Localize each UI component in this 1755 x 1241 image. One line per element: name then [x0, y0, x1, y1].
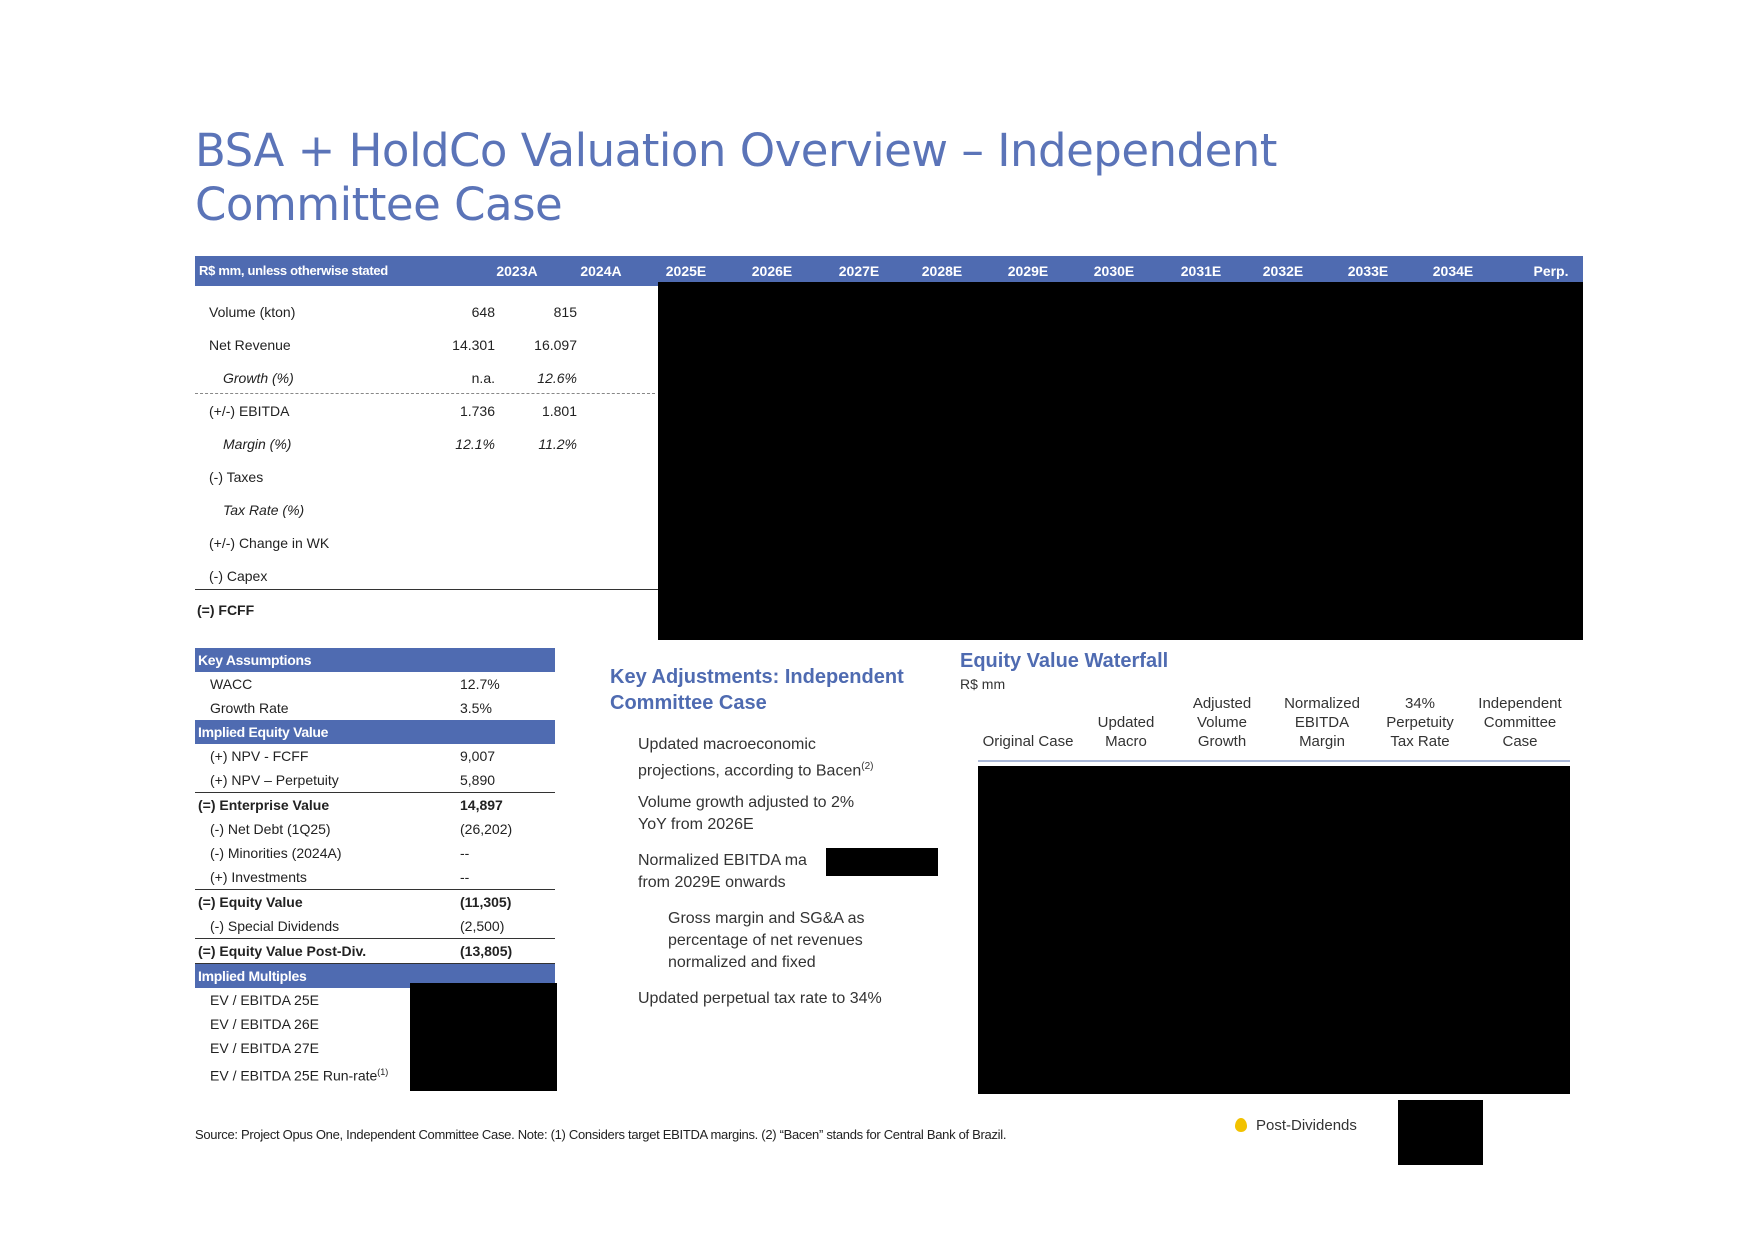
- waterfall-column-label: Adjusted Volume Growth: [1192, 695, 1252, 750]
- table-row: (-) Capex: [209, 568, 268, 584]
- year-header: Perp.: [1533, 263, 1569, 279]
- legend-marker: [1235, 1118, 1247, 1132]
- table-row: (+/-) EBITDA 1.736 1.801: [209, 403, 577, 419]
- year-header: 2032E: [1262, 263, 1304, 279]
- redacted-block: [1398, 1100, 1483, 1165]
- table-row: Volume (kton) 648 815: [209, 304, 577, 320]
- row-value: 3.5%: [460, 700, 492, 716]
- year-header: 2023A: [496, 263, 538, 279]
- waterfall-column-label: Independent Committee Case: [1478, 695, 1562, 750]
- year-header: 2033E: [1347, 263, 1389, 279]
- adjustment-item: Updated macroeconomic projections, accor…: [638, 736, 874, 780]
- row-label: EV / EBITDA 27E: [210, 1040, 319, 1056]
- legend-label: Post-Dividends: [1256, 1117, 1357, 1134]
- row-label: WACC: [210, 676, 253, 692]
- row-value: (11,305): [460, 894, 512, 910]
- row-label: EV / EBITDA 25E Run-rate(1): [210, 1067, 389, 1084]
- table-row: Margin (%) 12.1% 11.2%: [223, 436, 577, 452]
- source-note: Source: Project Opus One, Independent Co…: [195, 1127, 1007, 1142]
- table-row: (-) Taxes: [209, 469, 264, 485]
- row-value: --: [460, 869, 470, 885]
- row-label: (=) Equity Value: [198, 894, 303, 910]
- row-value: 5,890: [460, 772, 496, 788]
- row-value: (26,202): [460, 821, 513, 837]
- year-header: 2028E: [921, 263, 963, 279]
- row-label: (-) Special Dividends: [210, 918, 340, 934]
- row-label: (-) Net Debt (1Q25): [210, 821, 331, 837]
- waterfall-column-label: Original Case: [982, 733, 1074, 750]
- row-value: (2,500): [460, 918, 505, 934]
- row-label: (+) NPV – Perpetuity: [210, 772, 339, 788]
- section-header: Implied Equity Value: [195, 720, 555, 744]
- row-value: 12.7%: [460, 676, 500, 692]
- section-header: Key Assumptions: [195, 648, 555, 672]
- year-header: 2026E: [751, 263, 793, 279]
- waterfall-column-label: Updated Macro: [1097, 714, 1155, 750]
- waterfall-column-label: Normalized EBITDA Margin: [1284, 695, 1360, 750]
- dashed-divider: [195, 393, 655, 394]
- row-label: Growth Rate: [210, 700, 289, 716]
- year-header: 2025E: [665, 263, 707, 279]
- row-value: (13,805): [460, 943, 513, 959]
- redacted-block: [658, 282, 1583, 640]
- table-row: (+/-) Change in WK: [209, 535, 330, 551]
- footnote-ref: (1): [377, 1067, 389, 1077]
- table-row: Net Revenue 14.301 16.097: [209, 337, 577, 353]
- waterfall-unit: R$ mm: [960, 676, 1006, 692]
- table-divider: [195, 589, 660, 590]
- page-title: BSA + HoldCo Valuation Overview – Indepe…: [195, 124, 1277, 231]
- year-header: 2024A: [580, 263, 622, 279]
- row-label: (=) Equity Value Post-Div.: [198, 943, 367, 959]
- table-row: (=) FCFF: [197, 602, 255, 618]
- row-label: (-) Minorities (2024A): [210, 845, 342, 861]
- row-label: (=) Enterprise Value: [198, 797, 330, 813]
- adjustment-subitem: Gross margin and SG&A as percentage of n…: [668, 910, 865, 971]
- row-label: EV / EBITDA 26E: [210, 1016, 319, 1032]
- year-header: 2029E: [1007, 263, 1049, 279]
- footnote-ref: (2): [861, 761, 874, 772]
- year-header: 2034E: [1432, 263, 1474, 279]
- table-header-label: R$ mm, unless otherwise stated: [199, 263, 388, 278]
- row-value: 9,007: [460, 748, 496, 764]
- row-label: (+) Investments: [210, 869, 307, 885]
- row-label: EV / EBITDA 25E: [210, 992, 319, 1008]
- table-row: Tax Rate (%): [223, 502, 305, 518]
- adjustments-heading: Key Adjustments: Independent Committee C…: [610, 666, 904, 714]
- table-row: Growth (%) n.a. 12.6%: [223, 370, 577, 386]
- year-header: 2027E: [838, 263, 880, 279]
- waterfall-header-rule: [978, 760, 1570, 762]
- row-value: --: [460, 845, 470, 861]
- row-label: (+) NPV - FCFF: [210, 748, 309, 764]
- redacted-block: [978, 766, 1570, 1094]
- waterfall-column-label: 34% Perpetuity Tax Rate: [1386, 695, 1454, 750]
- year-header: 2030E: [1093, 263, 1135, 279]
- redacted-block: [826, 848, 938, 876]
- year-header: 2031E: [1180, 263, 1222, 279]
- adjustment-item: Updated perpetual tax rate to 34%: [638, 990, 882, 1007]
- row-value: 14,897: [460, 797, 503, 813]
- redacted-block: [410, 983, 557, 1091]
- waterfall-title: Equity Value Waterfall: [960, 650, 1169, 672]
- adjustment-item: Volume growth adjusted to 2% YoY from 20…: [638, 794, 855, 833]
